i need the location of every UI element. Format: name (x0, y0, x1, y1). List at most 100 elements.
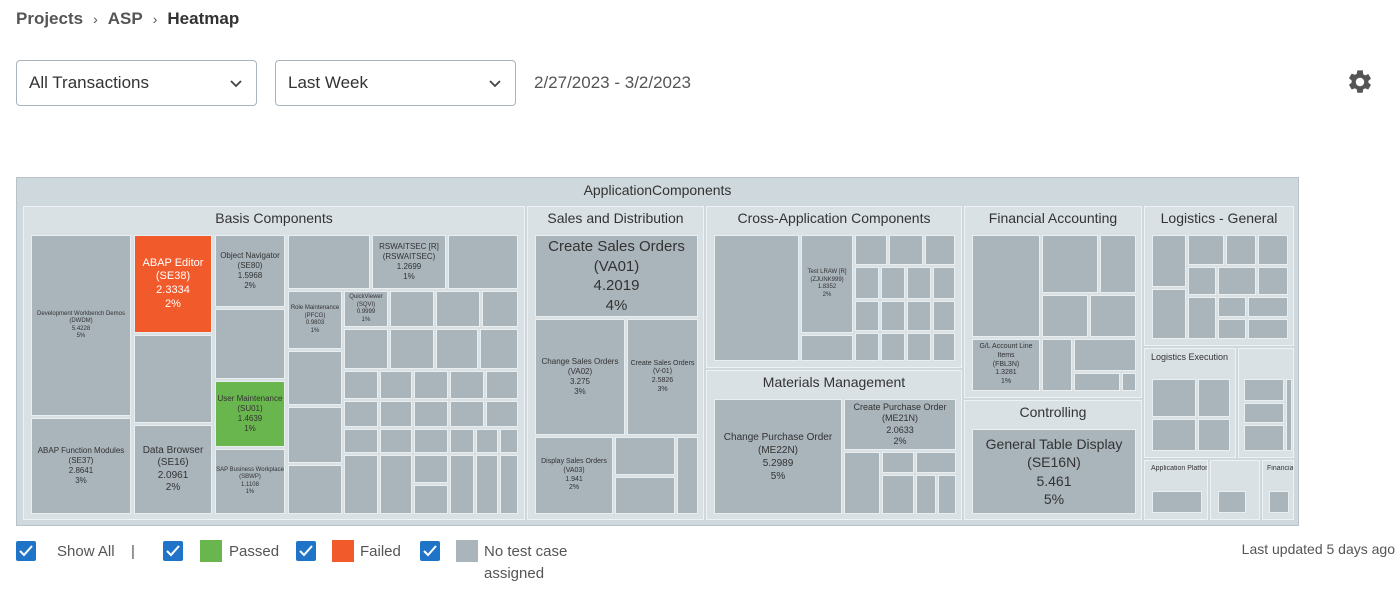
group-misc[interactable] (1238, 348, 1294, 458)
cell-sd-minor[interactable] (677, 437, 698, 514)
cell-ca-minor[interactable] (933, 267, 955, 299)
cell-se38[interactable]: ABAP Editor (SE38) 2.3334 2% (134, 235, 212, 333)
cell-ca-minor[interactable] (925, 235, 955, 265)
cell-le-minor[interactable] (1152, 379, 1196, 417)
cell-fa-minor[interactable] (1074, 339, 1136, 371)
cell-mm-minor[interactable] (844, 452, 880, 514)
cell-fa-minor[interactable] (1122, 373, 1136, 391)
cell-basis-minor[interactable] (476, 429, 498, 453)
cell-basis-minor[interactable] (344, 371, 378, 399)
cell-basis-minor[interactable] (450, 401, 484, 427)
group-misc-2[interactable] (1210, 460, 1260, 520)
cell-ca-minor[interactable] (907, 267, 931, 299)
passed-checkbox[interactable] (163, 541, 183, 561)
cell-ca-minor[interactable] (881, 301, 905, 331)
cell-basis-minor[interactable] (380, 401, 412, 427)
cell-se16[interactable]: Data Browser (SE16) 2.0961 2% (134, 425, 212, 514)
cell-basis-minor[interactable] (344, 329, 388, 369)
cell-ca-minor[interactable] (881, 333, 905, 361)
cell-ca-minor[interactable] (855, 235, 887, 265)
cell-lg-minor[interactable] (1248, 319, 1288, 339)
cell-fa-minor[interactable] (1042, 339, 1072, 391)
cell-basis-minor[interactable] (436, 291, 480, 327)
group-logistics-execution[interactable]: Logistics Execution (1144, 348, 1236, 458)
cell-basis-minor[interactable] (486, 371, 518, 399)
cell-basis-minor[interactable] (288, 407, 342, 463)
cell-basis-minor[interactable] (480, 329, 518, 369)
cell-misc-minor[interactable] (1218, 491, 1246, 513)
cell-basis-minor[interactable] (486, 401, 518, 427)
cell-rswaitsec[interactable]: RSWAITSEC [R] (RSWAITSEC) 1.2699 1% (372, 235, 446, 289)
cell-basis-minor[interactable] (414, 455, 448, 483)
cell-misc-minor[interactable] (1286, 379, 1292, 451)
cell-basis-minor[interactable] (414, 485, 448, 514)
cell-sqvi[interactable]: QuickViewer (SQVI) 0.9999 1% (344, 291, 388, 327)
cell-basis-minor[interactable] (482, 291, 518, 327)
cell-mm-minor[interactable] (882, 475, 914, 514)
cell-ca-minor[interactable] (855, 333, 879, 361)
cell-misc-minor[interactable] (1244, 425, 1284, 451)
cell-lg-minor[interactable] (1188, 267, 1216, 295)
cell-basis-minor[interactable] (414, 429, 448, 453)
cell-fbl3n[interactable]: G/L Account Line Items (FBL3N) 1.3281 1% (972, 339, 1040, 391)
no-test-checkbox[interactable] (420, 541, 440, 561)
cell-me21n[interactable]: Create Purchase Order (ME21N) 2.0633 2% (844, 399, 956, 450)
cell-basis-minor[interactable] (288, 465, 342, 514)
cell-va02[interactable]: Change Sales Orders (VA02) 3.275 3% (535, 319, 625, 435)
cell-lg-minor[interactable] (1218, 297, 1246, 317)
group-application-platform[interactable]: Application Platform (1144, 460, 1208, 520)
cell-ca-minor[interactable] (933, 301, 955, 331)
cell-basis-minor[interactable] (390, 291, 434, 327)
cell-basis-minor[interactable] (414, 401, 448, 427)
cell-fa-minor[interactable] (1100, 235, 1136, 293)
gear-icon[interactable] (1346, 68, 1374, 96)
breadcrumb-asp[interactable]: ASP (108, 9, 143, 29)
group-materials-management[interactable]: Materials Management Change Purchase Ord… (706, 370, 962, 520)
cell-fa-minor[interactable] (1090, 295, 1136, 337)
cell-basis-minor[interactable] (414, 371, 448, 399)
cell-fin-minor[interactable] (1269, 491, 1289, 513)
cell-sd-minor[interactable] (615, 437, 675, 475)
cell-ca-minor[interactable] (933, 333, 955, 361)
cell-pfcg[interactable]: Role Maintenance (PFCG) 0.9803 1% (288, 291, 342, 349)
cell-basis-minor[interactable] (215, 309, 285, 379)
cell-misc-minor[interactable] (1244, 379, 1284, 401)
cell-ca-minor[interactable] (881, 267, 905, 299)
cell-ca-minor[interactable] (801, 335, 853, 361)
cell-basis-minor[interactable] (134, 335, 212, 423)
group-financials[interactable]: Financials (1262, 460, 1294, 520)
cell-se80[interactable]: Object Navigator (SE80) 1.5968 2% (215, 235, 285, 307)
cell-basis-minor[interactable] (450, 455, 474, 514)
cell-lg-minor[interactable] (1258, 235, 1288, 265)
cell-basis-minor[interactable] (380, 371, 412, 399)
cell-v01[interactable]: Create Sales Orders (V-01) 2.5826 3% (627, 319, 698, 435)
show-all-checkbox[interactable] (16, 541, 36, 561)
cell-sbwp[interactable]: SAP Business Workplace (SBWP) 1.1108 1% (215, 449, 285, 514)
cell-dwdm[interactable]: Development Workbench Demos (DWDM) 5.4228 5… (31, 235, 131, 416)
period-select[interactable]: Last Week (275, 60, 516, 106)
cell-basis-minor[interactable] (450, 429, 474, 453)
cell-me22n[interactable]: Change Purchase Order (ME22N) 5.2989 5% (714, 399, 842, 514)
transaction-select[interactable]: All Transactions (16, 60, 257, 106)
cell-lg-minor[interactable] (1188, 297, 1216, 339)
cell-le-minor[interactable] (1152, 419, 1196, 451)
cell-mm-minor[interactable] (916, 452, 956, 473)
cell-sd-minor[interactable] (615, 477, 675, 514)
cell-basis-minor[interactable] (500, 455, 518, 514)
breadcrumb-projects[interactable]: Projects (16, 9, 83, 29)
cell-lg-minor[interactable] (1152, 289, 1186, 339)
cell-ca-minor[interactable] (889, 235, 923, 265)
group-cross-application[interactable]: Cross-Application Components Test LRAW [… (706, 206, 962, 368)
cell-lg-minor[interactable] (1188, 235, 1224, 265)
group-controlling[interactable]: Controlling General Table Display (SE16N)… (964, 400, 1142, 520)
cell-se16n[interactable]: General Table Display (SE16N) 5.461 5% (972, 429, 1136, 514)
group-financial-accounting[interactable]: Financial Accounting G/L Account Line It… (964, 206, 1142, 398)
cell-mm-minor[interactable] (916, 475, 936, 514)
cell-ca-minor[interactable] (855, 301, 879, 331)
cell-fa-minor[interactable] (1042, 235, 1098, 293)
cell-va01[interactable]: Create Sales Orders (VA01) 4.2019 4% (535, 235, 698, 317)
cell-ca-minor[interactable] (714, 235, 799, 361)
cell-su01[interactable]: User Maintenance (SU01) 1.4639 1% (215, 381, 285, 447)
cell-basis-minor[interactable] (288, 351, 342, 405)
cell-basis-minor[interactable] (288, 235, 370, 289)
